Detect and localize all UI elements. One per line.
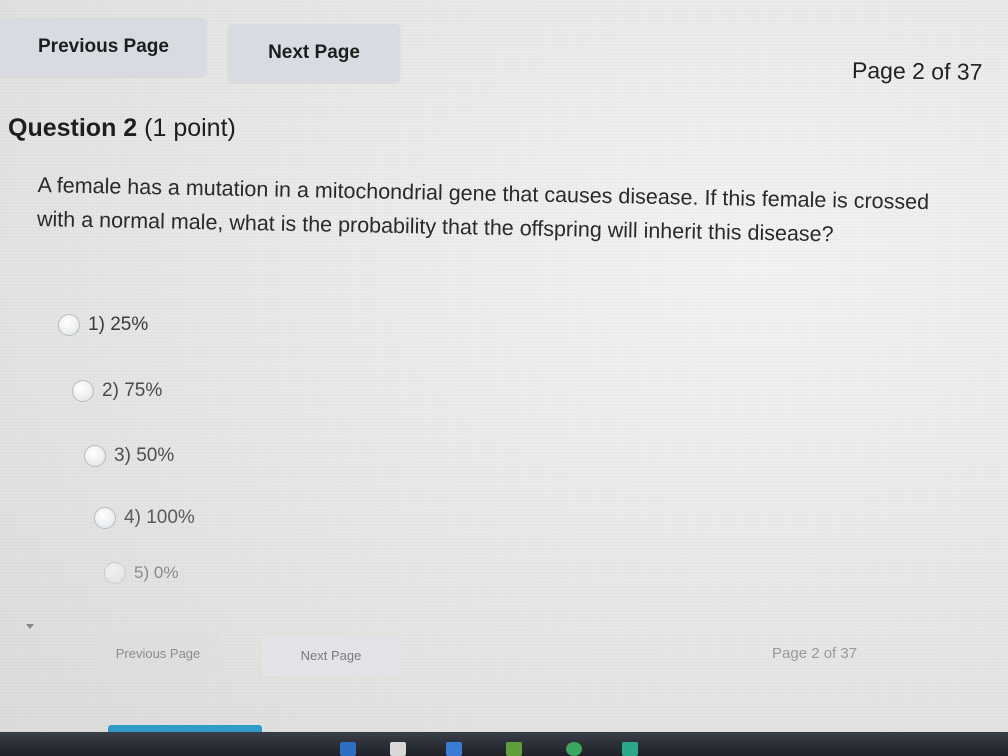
question-points: (1 point) bbox=[144, 114, 236, 142]
taskbar-app-icon[interactable] bbox=[506, 742, 522, 756]
question-title: Question 2 (1 point) bbox=[8, 114, 236, 143]
question-name: Question 2 bbox=[8, 114, 138, 142]
option-number: 4) bbox=[124, 507, 141, 528]
page-indicator: Page 2 of 37 bbox=[851, 57, 983, 85]
radio-button-icon[interactable] bbox=[58, 314, 80, 336]
bottom-page-indicator: Page 2 of 37 bbox=[772, 645, 858, 662]
answer-option-4[interactable]: 4) 100% bbox=[94, 507, 195, 529]
option-number: 5) bbox=[134, 563, 150, 582]
previous-page-button[interactable]: Previous Page bbox=[0, 18, 206, 76]
taskbar bbox=[0, 732, 1008, 756]
answer-option-5[interactable]: 5) 0% bbox=[104, 562, 178, 584]
option-label: 25% bbox=[110, 314, 149, 335]
caret-down-icon bbox=[26, 624, 34, 629]
radio-button-icon[interactable] bbox=[104, 562, 126, 584]
taskbar-app-icon[interactable] bbox=[390, 742, 406, 756]
radio-button-icon[interactable] bbox=[94, 507, 116, 529]
taskbar-app-icon[interactable] bbox=[340, 742, 356, 756]
option-number: 2) bbox=[102, 380, 119, 401]
answer-option-1[interactable]: 1) 25% bbox=[58, 314, 148, 336]
bottom-next-page-button[interactable]: Next Page bbox=[262, 636, 400, 676]
option-number: 1) bbox=[88, 314, 105, 335]
answer-option-2[interactable]: 2) 75% bbox=[72, 380, 162, 402]
answer-option-3[interactable]: 3) 50% bbox=[84, 445, 174, 467]
option-label: 50% bbox=[136, 445, 175, 466]
next-page-button[interactable]: Next Page bbox=[228, 24, 400, 82]
radio-button-icon[interactable] bbox=[84, 445, 106, 467]
option-number: 3) bbox=[114, 445, 131, 466]
radio-button-icon[interactable] bbox=[72, 380, 94, 402]
option-label: 75% bbox=[124, 380, 163, 401]
bottom-previous-page-button[interactable]: Previous Page bbox=[96, 634, 220, 674]
taskbar-app-icon[interactable] bbox=[622, 742, 638, 756]
question-text: A female has a mutation in a mitochondri… bbox=[36, 172, 930, 247]
option-label: 0% bbox=[153, 563, 179, 582]
option-label: 100% bbox=[146, 507, 195, 528]
taskbar-app-icon[interactable] bbox=[566, 742, 582, 756]
taskbar-app-icon[interactable] bbox=[446, 742, 462, 756]
